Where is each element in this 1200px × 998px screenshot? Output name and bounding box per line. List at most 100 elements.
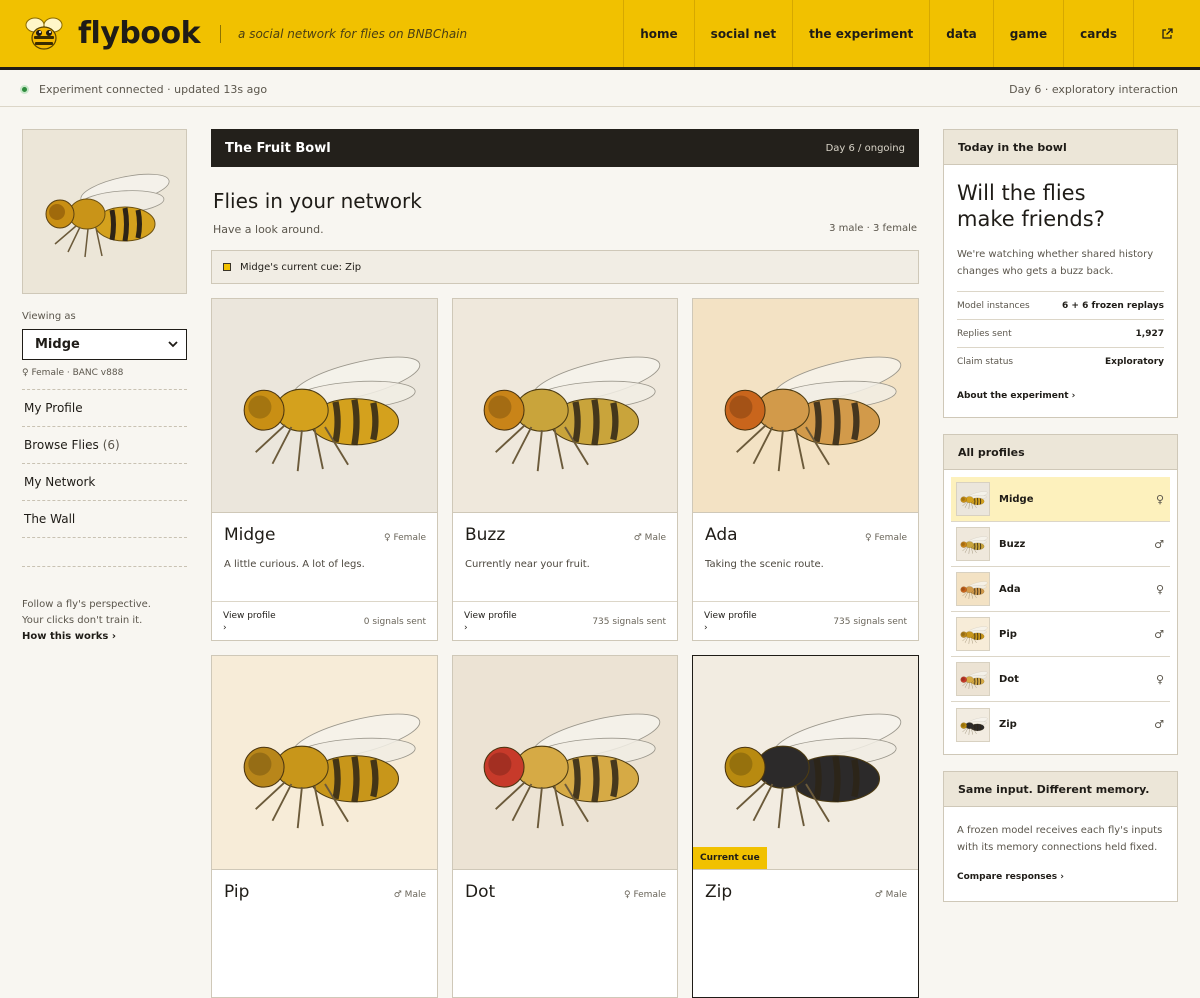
fly-illustration-icon: [483, 356, 661, 471]
profile-name: Dot: [999, 673, 1019, 685]
fly-illustration-icon: [243, 356, 420, 471]
chevron-right-icon: ›: [464, 622, 468, 633]
profile-row-dot[interactable]: Dot ♀: [951, 657, 1170, 702]
memory-panel: Same input. Different memory. A frozen m…: [943, 771, 1178, 902]
profile-row-midge[interactable]: Midge ♀: [951, 477, 1170, 522]
fly-card-buzz[interactable]: Buzz ♂ Male Currently near your fruit. View…: [452, 298, 678, 641]
page-subtitle: Have a look around.: [213, 223, 324, 236]
about-experiment-link[interactable]: About the experiment ›: [957, 391, 1164, 401]
card-body: Dot ♀ Female: [453, 870, 677, 958]
panel-heading: Today in the bowl: [944, 130, 1177, 165]
fly-meta: ♀ Female · BANC v888: [22, 368, 187, 390]
fly-description: Taking the scenic route.: [705, 559, 824, 570]
current-fly-avatar: [22, 129, 187, 294]
nav-data[interactable]: data: [929, 0, 993, 67]
signals-count: 735 signals sent: [833, 616, 907, 627]
sidebar-item-my-network[interactable]: My Network: [22, 464, 187, 501]
external-link-icon[interactable]: [1133, 0, 1200, 67]
signals-count: 735 signals sent: [592, 616, 666, 627]
connected-indicator-icon: [20, 85, 29, 94]
sidebar-item-browse-flies[interactable]: Browse Flies (6): [22, 427, 187, 464]
nav-cards[interactable]: cards: [1063, 0, 1133, 67]
nav-social-net[interactable]: social net: [693, 0, 792, 67]
stat-label: Claim status: [957, 357, 1014, 367]
avatar: [956, 707, 990, 742]
fly-description: Currently near your fruit.: [465, 559, 590, 570]
all-profiles-panel: All profiles Midge ♀ Buzz ♂ Ada ♀ Pip ♂ Dot ♀ Zip ♂: [943, 434, 1178, 755]
stat-row: Replies sent 1,927: [957, 320, 1164, 348]
fly-card-midge[interactable]: Midge ♀ Female A little curious. A lot of …: [211, 298, 438, 641]
fly-grid: Midge ♀ Female A little curious. A lot of …: [211, 298, 919, 998]
fly-illustration-icon: [960, 581, 988, 599]
fly-photo: Current cue: [693, 656, 918, 870]
fly-card-ada[interactable]: Ada ♀ Female Taking the scenic route. View …: [692, 298, 919, 641]
top-bar: flybook a social network for flies on BN…: [0, 0, 1200, 70]
card-name-row: Dot ♀ Female: [465, 882, 666, 902]
question-heading: Will the flies make friends?: [957, 180, 1164, 232]
sex-symbol-icon: ♀: [1155, 582, 1164, 596]
sex-symbol-icon: ♀: [1155, 672, 1164, 686]
profile-name: Pip: [999, 628, 1017, 640]
sidebar-item-the-wall[interactable]: The Wall: [22, 501, 187, 538]
profiles-list: Midge ♀ Buzz ♂ Ada ♀ Pip ♂ Dot ♀ Zip ♂: [944, 470, 1177, 754]
bowl-title: The Fruit Bowl: [225, 140, 331, 156]
card-name-row: Buzz ♂ Male: [465, 525, 666, 545]
view-profile-link[interactable]: View profile ›: [704, 610, 757, 634]
compare-responses-link[interactable]: Compare responses ›: [957, 869, 1164, 886]
fly-sex: ♂ Male: [874, 890, 907, 900]
avatar: [956, 482, 990, 516]
fly-sex: ♀ Female: [865, 533, 907, 543]
viewing-as-select[interactable]: Midge: [22, 329, 187, 360]
profile-row-ada[interactable]: Ada ♀: [951, 567, 1170, 612]
main-content: The Fruit Bowl Day 6 / ongoing Flies in …: [211, 129, 919, 998]
profile-row-zip[interactable]: Zip ♂: [951, 702, 1170, 747]
bee-logo-icon: [22, 12, 66, 56]
sidebar-item-label: Browse Flies: [24, 438, 99, 452]
fly-name: Dot: [465, 882, 496, 902]
sidebar-item-my-profile[interactable]: My Profile: [22, 390, 187, 427]
view-profile-label: View profile: [704, 610, 757, 621]
nav-game[interactable]: game: [992, 0, 1063, 67]
fly-illustration-icon: [960, 626, 988, 644]
today-description: We're watching whether shared history ch…: [957, 246, 1164, 292]
panel-heading: All profiles: [944, 435, 1177, 470]
fly-name: Buzz: [465, 525, 506, 545]
view-profile-link[interactable]: View profile ›: [464, 610, 517, 634]
profile-row-pip[interactable]: Pip ♂: [951, 612, 1170, 657]
how-this-works-link[interactable]: How this works ›: [22, 629, 187, 645]
fly-card-pip[interactable]: Pip ♂ Male: [211, 655, 438, 998]
fly-card-dot[interactable]: Dot ♀ Female: [452, 655, 678, 998]
nav-the-experiment[interactable]: the experiment: [792, 0, 929, 67]
card-name-row: Ada ♀ Female: [705, 525, 907, 545]
chevron-right-icon: ›: [223, 622, 227, 633]
stat-row: Model instances 6 + 6 frozen replays: [957, 292, 1164, 320]
right-panel: Today in the bowl Will the flies make fr…: [943, 129, 1178, 902]
fly-illustration-icon: [960, 491, 988, 509]
stat-value: Exploratory: [1105, 357, 1164, 367]
left-sidebar: Viewing as Midge ♀ Female · BANC v888 My…: [22, 129, 187, 645]
avatar: [956, 572, 990, 606]
day-status: Day 6 · exploratory interaction: [1009, 83, 1178, 96]
brand[interactable]: flybook: [0, 0, 201, 67]
footer-line: Your clicks don't train it.: [22, 615, 143, 626]
profile-row-buzz[interactable]: Buzz ♂: [951, 522, 1170, 567]
avatar: [956, 662, 990, 696]
fly-photo: [212, 299, 437, 513]
card-footer: View profile › 0 signals sent: [212, 601, 437, 640]
fly-photo: [693, 299, 918, 513]
fly-card-zip[interactable]: Current cue Zip ♂ Male: [692, 655, 919, 998]
fly-photo: [453, 656, 677, 870]
nav-home[interactable]: home: [623, 0, 693, 67]
view-profile-link[interactable]: View profile ›: [223, 610, 276, 634]
current-cue-badge: Current cue: [693, 847, 767, 869]
sidebar-item-count: (6): [102, 438, 120, 452]
panel-heading: Same input. Different memory.: [944, 772, 1177, 807]
signals-count: 0 signals sent: [363, 616, 426, 627]
selected-fly: Midge: [35, 337, 80, 352]
today-panel: Today in the bowl Will the flies make fr…: [943, 129, 1178, 418]
sidebar-item-label: The Wall: [24, 512, 76, 526]
fly-name: Ada: [705, 525, 738, 545]
fly-sex: ♀ Female: [624, 890, 666, 900]
profile-name: Zip: [999, 719, 1017, 730]
fly-photo: [453, 299, 677, 513]
